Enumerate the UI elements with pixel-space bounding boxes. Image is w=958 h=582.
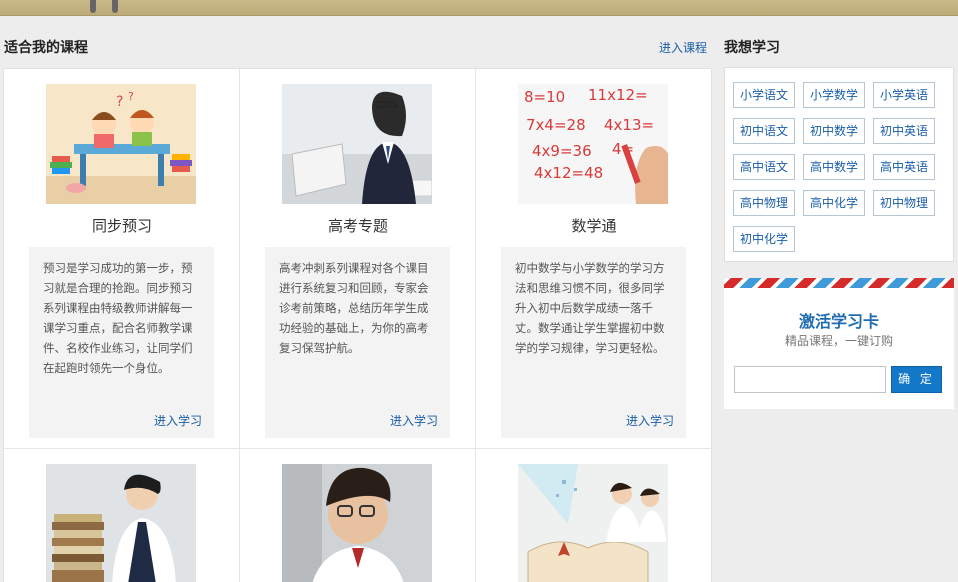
svg-text:8=10: 8=10 [524, 88, 565, 106]
enter-study-link[interactable]: 进入学习 [626, 412, 674, 429]
activate-card-subtitle: 精品课程，一键订购 [784, 334, 893, 348]
course-name: 同步预习 [91, 217, 152, 235]
course-card [4, 449, 240, 582]
airmail-stripe [724, 278, 954, 288]
student-books-photo [46, 464, 196, 582]
svg-text:4x13=: 4x13= [604, 116, 654, 134]
subject-tag[interactable]: 初中化学 [733, 226, 795, 252]
course-name: 高考专题 [327, 217, 388, 235]
enter-study-link[interactable]: 进入学习 [390, 412, 438, 429]
subject-tag[interactable]: 初中数学 [803, 118, 865, 144]
course-image[interactable] [46, 464, 196, 582]
subject-tag[interactable]: 小学英语 [873, 82, 935, 108]
subject-tag[interactable]: 初中物理 [873, 190, 935, 216]
svg-text:?: ? [116, 94, 123, 110]
subject-tag[interactable]: 初中英语 [873, 118, 935, 144]
subject-tag[interactable]: 高中语文 [733, 154, 795, 180]
svg-text:11x12=: 11x12= [588, 86, 648, 104]
svg-text:4x9=36: 4x9=36 [532, 142, 592, 160]
course-card: 8=10 11x12= 7x4=28 4x13= 4x9=36 4= 4x12=… [476, 69, 712, 449]
sidebar-title: 我想学习 [724, 40, 780, 56]
course-image[interactable] [518, 464, 668, 582]
course-description: 预习是学习成功的第一步，预习就是合理的抢跑。同步预习系列课程由特级教师讲解每一课… [43, 261, 193, 375]
enter-courses-link[interactable]: 进入课程 [659, 39, 707, 56]
course-grid: ? ? 同步预习 预习是学习成功的第一步，预习就是合理的抢跑。同步预习系列课程由… [3, 68, 712, 582]
banner-decoration [88, 0, 122, 14]
subject-tag[interactable]: 高中数学 [803, 154, 865, 180]
course-description-box: 预习是学习成功的第一步，预习就是合理的抢跑。同步预习系列课程由特级教师讲解每一课… [29, 247, 214, 438]
student-glasses-photo [282, 464, 432, 582]
subject-tag[interactable]: 高中物理 [733, 190, 795, 216]
course-image[interactable]: ? ? [46, 84, 196, 204]
course-description-box: 初中数学与小学数学的学习方法和思维习惯不同，很多同学升入初中后数学成绩一落千丈。… [501, 247, 686, 438]
course-description: 高考冲刺系列课程对各个课目进行系统复习和回顾，专家会诊考前策略，总结历年学生成功… [279, 261, 429, 355]
activate-card-panel: 激活学习卡 精品课程，一键订购 确 定 [724, 278, 954, 409]
subject-tag[interactable]: 小学语文 [733, 82, 795, 108]
course-card [240, 449, 476, 582]
subject-tag[interactable]: 高中化学 [803, 190, 865, 216]
subject-tag[interactable]: 初中语文 [733, 118, 795, 144]
course-image[interactable] [282, 464, 432, 582]
section-title: 适合我的课程 [4, 40, 88, 56]
svg-text:4x12=48: 4x12=48 [534, 164, 603, 182]
subject-tag[interactable]: 高中英语 [873, 154, 935, 180]
course-section-header: 适合我的课程 进入课程 [4, 36, 711, 58]
subject-tag[interactable]: 小学数学 [803, 82, 865, 108]
course-card [476, 449, 712, 582]
card-code-input[interactable] [734, 366, 886, 393]
subject-tag-panel: 小学语文 小学数学 小学英语 初中语文 初中数学 初中英语 高中语文 高中数学 … [724, 67, 954, 262]
svg-text:?: ? [128, 90, 134, 103]
course-card: 高考专题 高考冲刺系列课程对各个课目进行系统复习和回顾，专家会诊考前策略，总结历… [240, 69, 476, 449]
math-whiteboard-photo: 8=10 11x12= 7x4=28 4x13= 4x9=36 4= 4x12=… [518, 84, 668, 204]
svg-text:7x4=28: 7x4=28 [526, 116, 586, 134]
course-name: 数学通 [571, 217, 617, 235]
course-image[interactable]: 8=10 11x12= 7x4=28 4x13= 4x9=36 4= 4x12=… [518, 84, 668, 204]
top-banner [0, 0, 958, 16]
course-description: 初中数学与小学数学的学习方法和思维习惯不同，很多同学升入初中后数学成绩一落千丈。… [515, 261, 665, 355]
course-image[interactable] [282, 84, 432, 204]
cartoon-kids-illustration: ? ? [46, 84, 196, 204]
enter-study-link[interactable]: 进入学习 [154, 412, 202, 429]
student-laptop-photo [282, 84, 432, 204]
girls-reading-photo [518, 464, 668, 582]
confirm-button[interactable]: 确 定 [891, 366, 942, 393]
activate-card-title: 激活学习卡 [798, 312, 879, 331]
course-description-box: 高考冲刺系列课程对各个课目进行系统复习和回顾，专家会诊考前策略，总结历年学生成功… [265, 247, 450, 438]
course-card: ? ? 同步预习 预习是学习成功的第一步，预习就是合理的抢跑。同步预习系列课程由… [4, 69, 240, 449]
